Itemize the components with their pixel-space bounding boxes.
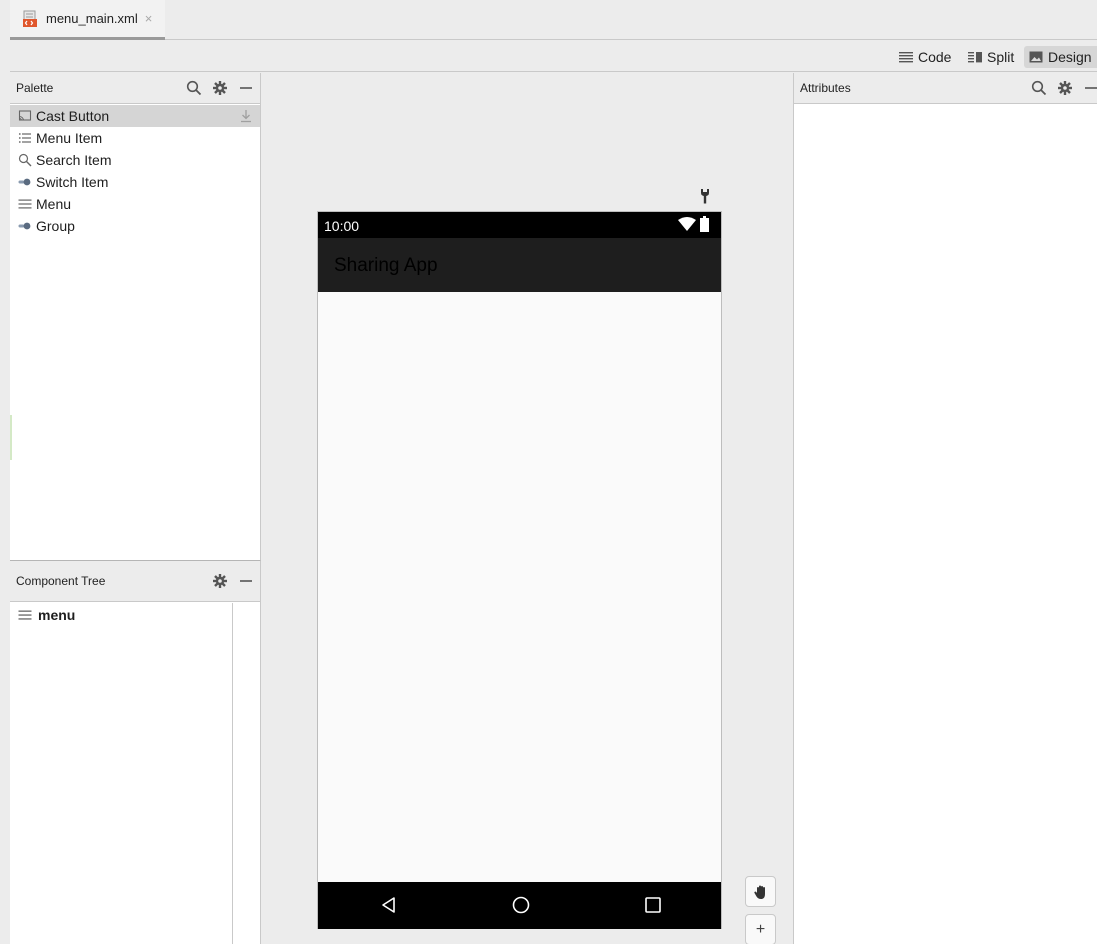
design-view-icon (1029, 51, 1043, 63)
zoom-in-label: + (755, 920, 766, 938)
hamburger-icon (18, 199, 32, 209)
app-title: Sharing App (334, 255, 438, 276)
app-bar: Sharing App (318, 238, 721, 292)
palette-item-menu-item[interactable]: Menu Item (10, 127, 260, 149)
component-tree-header: Component Tree (10, 561, 260, 602)
palette-item-search-item[interactable]: Search Item (10, 149, 260, 171)
zoom-in-button[interactable]: + (745, 914, 776, 944)
code-view-label: Code (918, 49, 952, 65)
hand-icon (753, 885, 765, 899)
palette-item-label: Menu Item (36, 130, 103, 146)
palette-item-cast-button[interactable]: Cast Button (10, 105, 260, 127)
component-tree-panel: Component Tree menu (10, 560, 261, 944)
minimize-icon[interactable] (1083, 80, 1097, 96)
split-view-button[interactable]: Split (965, 46, 1017, 68)
download-icon[interactable] (240, 109, 252, 123)
minimize-icon[interactable] (238, 573, 254, 589)
menu-item-icon (18, 133, 31, 143)
file-tab-menu-main[interactable]: menu_main.xml × (10, 0, 165, 40)
resize-indicator (10, 415, 12, 460)
status-time: 10:00 (324, 218, 360, 234)
code-view-icon (899, 52, 913, 63)
switch-icon (18, 178, 31, 186)
search-icon[interactable] (1031, 80, 1047, 96)
design-canvas[interactable]: 10:00 Sharing App + (262, 73, 792, 944)
code-view-button[interactable]: Code (896, 46, 954, 68)
file-tab-label: menu_main.xml (46, 11, 138, 26)
cast-icon (18, 110, 32, 121)
attributes-title: Attributes (800, 81, 851, 95)
palette-item-group[interactable]: Group (10, 215, 260, 237)
wifi-icon (678, 217, 696, 231)
palette-item-label: Search Item (36, 152, 112, 168)
search-icon (18, 153, 32, 167)
tree-item-label: menu (38, 607, 76, 623)
tree-item-menu[interactable]: menu (10, 603, 260, 627)
gear-icon[interactable] (212, 80, 228, 96)
palette-item-label: Group (36, 218, 75, 234)
navigation-bar (318, 882, 721, 929)
palette-item-switch-item[interactable]: Switch Item (10, 171, 260, 193)
hamburger-icon (18, 610, 32, 620)
palette-panel: Palette Cast Button Menu Item Search Ite… (10, 73, 261, 560)
palette-item-label: Menu (36, 196, 72, 212)
close-tab-icon[interactable]: × (145, 11, 153, 26)
component-tree-title: Component Tree (16, 574, 106, 588)
back-icon[interactable] (378, 894, 400, 916)
attributes-header: Attributes (794, 73, 1097, 104)
xml-file-icon (23, 10, 37, 27)
palette-title: Palette (16, 81, 54, 95)
tree-column-divider[interactable] (232, 603, 233, 944)
battery-icon (700, 216, 709, 232)
palette-item-label: Cast Button (36, 108, 110, 124)
gear-icon[interactable] (1057, 80, 1073, 96)
recents-icon[interactable] (642, 894, 664, 916)
search-icon[interactable] (186, 80, 202, 96)
attributes-panel: Attributes (793, 73, 1097, 944)
palette-item-menu[interactable]: Menu (10, 193, 260, 215)
wrench-icon[interactable] (699, 188, 711, 204)
design-view-label: Design (1048, 49, 1092, 65)
status-bar: 10:00 (318, 212, 721, 238)
design-view-button[interactable]: Design (1024, 46, 1097, 68)
group-icon (18, 222, 31, 230)
pan-button[interactable] (745, 876, 776, 907)
palette-list: Cast Button Menu Item Search Item Switch… (10, 105, 260, 237)
split-view-icon (968, 52, 982, 63)
palette-item-label: Switch Item (36, 174, 109, 190)
device-preview[interactable]: 10:00 Sharing App (317, 211, 722, 929)
home-icon[interactable] (510, 894, 532, 916)
ide-window: menu_main.xml × Code Split Design Palett… (0, 0, 1097, 944)
editor-toolbar: Code Split Design (10, 41, 1097, 72)
split-view-label: Split (987, 49, 1015, 65)
component-tree-list: menu (10, 603, 260, 944)
minimize-icon[interactable] (238, 80, 254, 96)
palette-header: Palette (10, 73, 260, 104)
gear-icon[interactable] (212, 573, 228, 589)
editor-tab-bar: menu_main.xml × (10, 0, 1097, 40)
